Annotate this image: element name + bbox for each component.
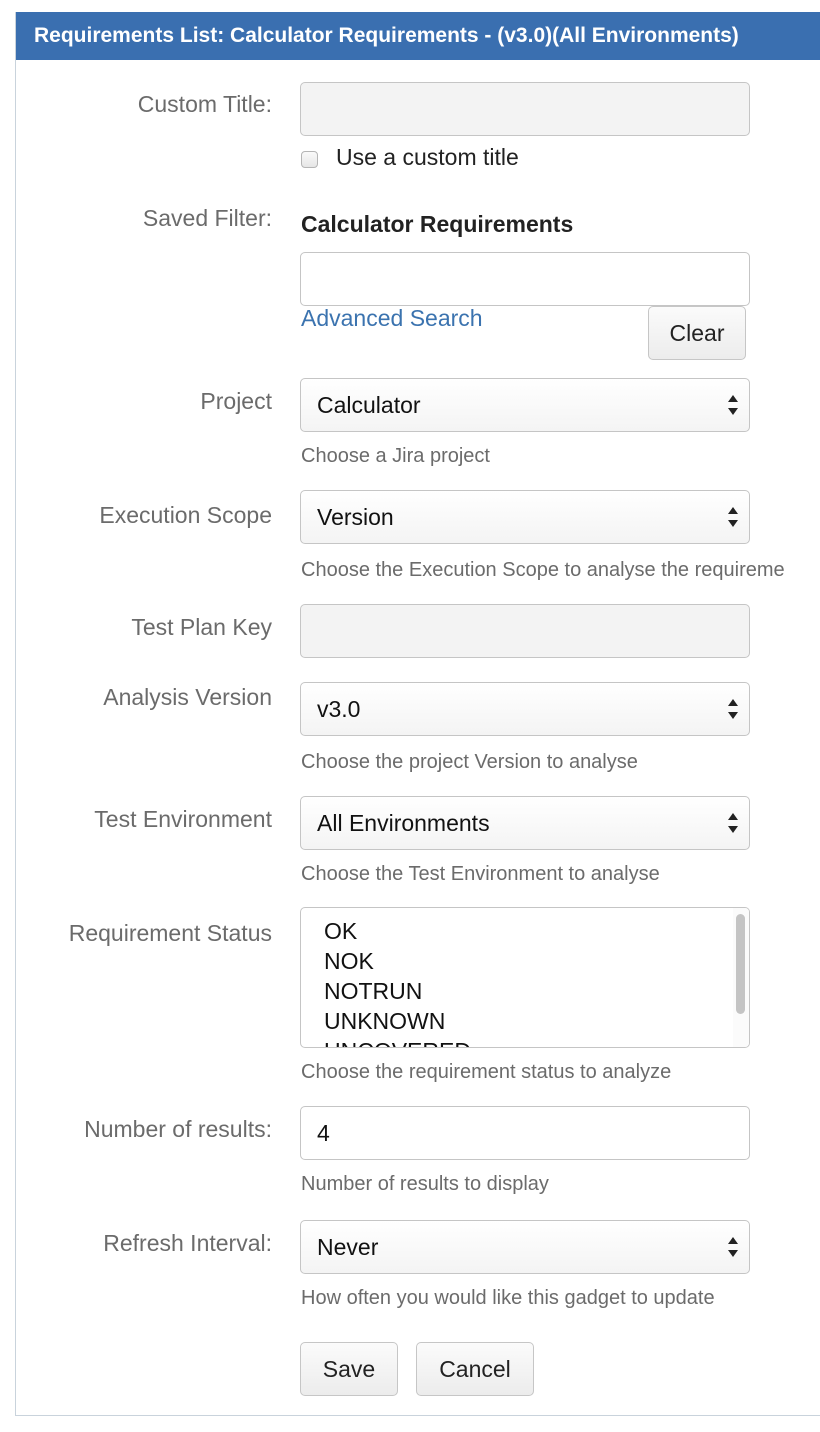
select-arrows-icon bbox=[728, 395, 738, 415]
saved-filter-label: Saved Filter: bbox=[142, 205, 272, 231]
refresh-interval-help: How often you would like this gadget to … bbox=[301, 1287, 715, 1309]
requirement-status-help: Choose the requirement status to analyze bbox=[301, 1061, 672, 1083]
project-selected-value: Calculator bbox=[317, 392, 421, 418]
gadget-header: Requirements List: Calculator Requiremen… bbox=[16, 12, 820, 60]
saved-filter-name: Calculator Requirements bbox=[301, 211, 574, 237]
project-help: Choose a Jira project bbox=[301, 445, 490, 467]
execution-scope-select[interactable]: Version bbox=[300, 490, 750, 544]
clear-button[interactable]: Clear bbox=[648, 306, 746, 360]
test-environment-label: Test Environment bbox=[94, 806, 272, 832]
use-custom-title-label: Use a custom title bbox=[336, 144, 519, 170]
refresh-interval-select[interactable]: Never bbox=[300, 1220, 750, 1274]
analysis-version-selected-value: v3.0 bbox=[317, 696, 361, 722]
status-option-nok[interactable]: NOK bbox=[324, 948, 374, 975]
test-environment-help: Choose the Test Environment to analyse bbox=[301, 863, 660, 885]
cancel-button[interactable]: Cancel bbox=[416, 1342, 534, 1396]
select-arrows-icon bbox=[728, 699, 738, 719]
listbox-scrollbar[interactable] bbox=[733, 908, 749, 1047]
refresh-interval-label: Refresh Interval: bbox=[103, 1230, 272, 1256]
advanced-search-link[interactable]: Advanced Search bbox=[301, 305, 483, 332]
select-arrows-icon bbox=[728, 507, 738, 527]
execution-scope-selected-value: Version bbox=[317, 504, 394, 530]
status-option-notrun[interactable]: NOTRUN bbox=[324, 978, 422, 1005]
number-of-results-label: Number of results: bbox=[84, 1116, 272, 1142]
requirement-status-label: Requirement Status bbox=[68, 920, 272, 946]
test-plan-key-label: Test Plan Key bbox=[131, 614, 272, 640]
execution-scope-help: Choose the Execution Scope to analyse th… bbox=[301, 559, 785, 581]
select-arrows-icon bbox=[728, 813, 738, 833]
custom-title-label: Custom Title: bbox=[137, 91, 272, 117]
select-arrows-icon bbox=[728, 1237, 738, 1257]
save-button[interactable]: Save bbox=[300, 1342, 398, 1396]
project-label: Project bbox=[200, 388, 272, 414]
custom-title-input[interactable] bbox=[300, 82, 750, 136]
number-of-results-input[interactable]: 4 bbox=[300, 1106, 750, 1160]
saved-filter-input[interactable] bbox=[300, 252, 750, 306]
status-option-unknown[interactable]: UNKNOWN bbox=[324, 1008, 445, 1035]
analysis-version-label: Analysis Version bbox=[103, 684, 272, 710]
status-option-ok[interactable]: OK bbox=[324, 918, 357, 945]
number-of-results-help: Number of results to display bbox=[301, 1173, 549, 1195]
analysis-version-select[interactable]: v3.0 bbox=[300, 682, 750, 736]
test-plan-key-input[interactable] bbox=[300, 604, 750, 658]
listbox-scroll-thumb[interactable] bbox=[736, 914, 745, 1014]
requirement-status-listbox[interactable]: OK NOK NOTRUN UNKNOWN UNCOVERED bbox=[300, 907, 750, 1048]
analysis-version-help: Choose the project Version to analyse bbox=[301, 751, 638, 773]
refresh-interval-selected-value: Never bbox=[317, 1234, 379, 1260]
test-environment-select[interactable]: All Environments bbox=[300, 796, 750, 850]
test-environment-selected-value: All Environments bbox=[317, 810, 490, 836]
status-option-uncovered[interactable]: UNCOVERED bbox=[324, 1038, 471, 1047]
project-select[interactable]: Calculator bbox=[300, 378, 750, 432]
execution-scope-label: Execution Scope bbox=[99, 502, 272, 528]
use-custom-title-checkbox[interactable] bbox=[301, 151, 318, 168]
